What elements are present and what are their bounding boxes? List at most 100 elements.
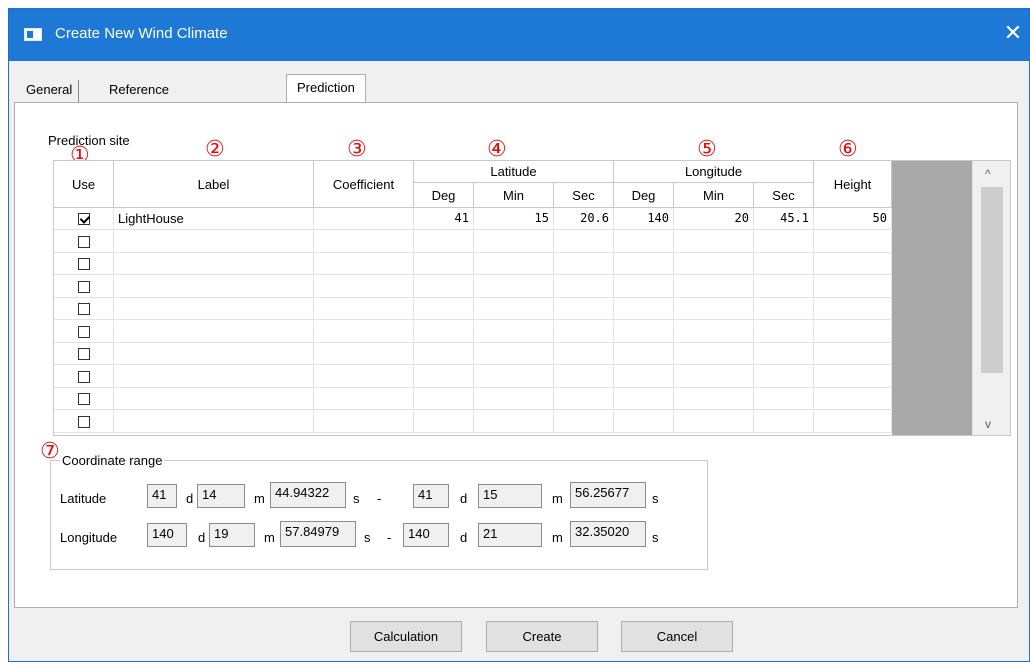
- cell-height[interactable]: [814, 410, 892, 433]
- cell-coefficient[interactable]: [314, 208, 414, 230]
- cell-lon-deg[interactable]: [614, 388, 674, 410]
- cell-lon-sec[interactable]: [754, 275, 814, 298]
- cell-lat-deg[interactable]: [414, 388, 474, 410]
- cell-height[interactable]: [814, 320, 892, 343]
- cell-lon-deg[interactable]: [614, 298, 674, 320]
- cell-coefficient[interactable]: [314, 275, 414, 298]
- cell-label[interactable]: LightHouse: [114, 208, 314, 230]
- cell-coefficient[interactable]: [314, 388, 414, 410]
- cell-lon-min[interactable]: [674, 410, 754, 433]
- table-row[interactable]: [54, 388, 892, 410]
- cell-height[interactable]: [814, 388, 892, 410]
- cell-height[interactable]: [814, 230, 892, 253]
- cell-label[interactable]: [114, 343, 314, 365]
- use-checkbox[interactable]: [78, 213, 90, 225]
- cell-lat-min[interactable]: [474, 253, 554, 275]
- cell-label[interactable]: [114, 298, 314, 320]
- cell-lon-deg[interactable]: [614, 343, 674, 365]
- cell-height[interactable]: [814, 343, 892, 365]
- cell-lat-sec[interactable]: [554, 275, 614, 298]
- cell-lon-sec[interactable]: [754, 253, 814, 275]
- cell-height[interactable]: [814, 298, 892, 320]
- cell-coefficient[interactable]: [314, 320, 414, 343]
- table-row[interactable]: [54, 298, 892, 320]
- cell-label[interactable]: [114, 320, 314, 343]
- cell-lon-min[interactable]: 20: [674, 208, 754, 230]
- cell-coefficient[interactable]: [314, 298, 414, 320]
- cell-lon-min[interactable]: [674, 343, 754, 365]
- cell-lon-deg[interactable]: [614, 365, 674, 388]
- scroll-thumb[interactable]: [981, 187, 1003, 373]
- use-checkbox[interactable]: [78, 415, 90, 428]
- cell-lat-sec[interactable]: [554, 253, 614, 275]
- cell-lon-min[interactable]: [674, 230, 754, 253]
- cell-lat-min[interactable]: [474, 388, 554, 410]
- cell-coefficient[interactable]: [314, 365, 414, 388]
- cell-lon-min[interactable]: [674, 275, 754, 298]
- cell-lon-min[interactable]: [674, 253, 754, 275]
- cell-lat-min[interactable]: [474, 343, 554, 365]
- cell-label[interactable]: [114, 253, 314, 275]
- cell-lon-deg[interactable]: [614, 410, 674, 433]
- cell-lat-sec[interactable]: [554, 320, 614, 343]
- cell-lon-deg[interactable]: 140: [614, 208, 674, 230]
- table-row[interactable]: [54, 253, 892, 275]
- cell-lat-deg[interactable]: [414, 365, 474, 388]
- cell-lat-min[interactable]: [474, 320, 554, 343]
- cell-lon-min[interactable]: [674, 298, 754, 320]
- table-row[interactable]: LightHouse 41 15 20.6 140 20 45.1 50: [54, 208, 892, 230]
- tab-prediction-site-settings[interactable]: Prediction site settings: [286, 74, 366, 147]
- cell-height[interactable]: [814, 253, 892, 275]
- cell-lat-deg[interactable]: 41: [414, 208, 474, 230]
- cell-lon-min[interactable]: [674, 388, 754, 410]
- cell-coefficient[interactable]: [314, 230, 414, 253]
- use-checkbox[interactable]: [78, 303, 90, 315]
- table-row[interactable]: [54, 365, 892, 388]
- cell-lat-min[interactable]: [474, 410, 554, 433]
- use-checkbox[interactable]: [78, 258, 90, 270]
- use-checkbox[interactable]: [78, 393, 90, 405]
- calculation-button[interactable]: Calculation: [350, 621, 462, 652]
- cell-lon-sec[interactable]: [754, 298, 814, 320]
- table-row[interactable]: [54, 343, 892, 365]
- vertical-scrollbar[interactable]: ^ v: [972, 161, 1010, 435]
- cell-label[interactable]: [114, 410, 314, 433]
- cell-lon-sec[interactable]: [754, 388, 814, 410]
- cell-lat-sec[interactable]: [554, 388, 614, 410]
- cell-lon-min[interactable]: [674, 320, 754, 343]
- cell-lon-sec[interactable]: [754, 365, 814, 388]
- cell-lon-deg[interactable]: [614, 253, 674, 275]
- cell-lat-deg[interactable]: [414, 230, 474, 253]
- tab-general[interactable]: General: [20, 80, 80, 102]
- use-checkbox[interactable]: [78, 325, 90, 338]
- cell-lat-sec[interactable]: [554, 343, 614, 365]
- cell-height[interactable]: [814, 275, 892, 298]
- scroll-up-icon[interactable]: ^: [985, 167, 991, 181]
- cell-coefficient[interactable]: [314, 343, 414, 365]
- cell-height[interactable]: [814, 365, 892, 388]
- cell-height[interactable]: 50: [814, 208, 892, 230]
- cell-lat-sec[interactable]: [554, 230, 614, 253]
- table-row[interactable]: [54, 275, 892, 298]
- cell-coefficient[interactable]: [314, 410, 414, 433]
- scroll-down-icon[interactable]: v: [985, 417, 991, 431]
- cell-lat-sec[interactable]: [554, 298, 614, 320]
- cell-lon-sec[interactable]: [754, 320, 814, 343]
- cell-label[interactable]: [114, 388, 314, 410]
- cell-lat-deg[interactable]: [414, 410, 474, 433]
- cell-lon-sec[interactable]: [754, 410, 814, 433]
- cell-lon-sec[interactable]: 45.1: [754, 208, 814, 230]
- cell-lat-min[interactable]: [474, 298, 554, 320]
- use-checkbox[interactable]: [78, 280, 90, 293]
- cell-coefficient[interactable]: [314, 253, 414, 275]
- cell-lat-deg[interactable]: [414, 320, 474, 343]
- cell-lat-min[interactable]: [474, 230, 554, 253]
- cell-label[interactable]: [114, 275, 314, 298]
- table-row[interactable]: [54, 320, 892, 343]
- create-button[interactable]: Create: [486, 621, 598, 652]
- cell-lat-deg[interactable]: [414, 343, 474, 365]
- cell-lat-sec[interactable]: [554, 410, 614, 433]
- cell-lat-sec[interactable]: 20.6: [554, 208, 614, 230]
- cell-lon-deg[interactable]: [614, 275, 674, 298]
- cell-lat-sec[interactable]: [554, 365, 614, 388]
